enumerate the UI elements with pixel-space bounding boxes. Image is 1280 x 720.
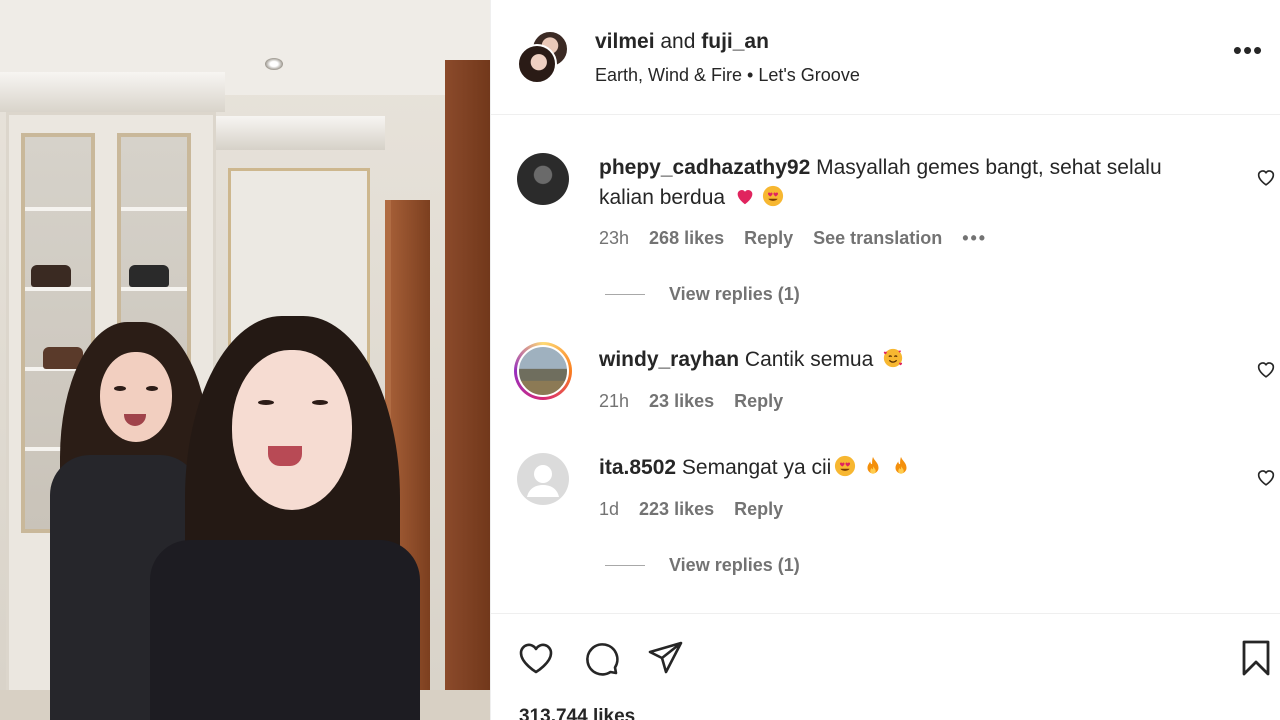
smiling-face-with-hearts-icon <box>882 347 904 369</box>
post-likes-count[interactable]: 313,744 likes <box>519 706 635 720</box>
fire-icon <box>890 455 912 477</box>
see-translation-button[interactable]: See translation <box>813 228 942 249</box>
reply-button[interactable]: Reply <box>744 228 793 249</box>
heart-eyes-icon <box>834 455 856 477</box>
person-face <box>100 352 172 442</box>
comment-time: 1d <box>599 499 620 519</box>
person-face <box>232 350 352 510</box>
post-header: vilmei and fuji_an Earth, Wind & Fire • … <box>491 0 1280 115</box>
post-actions: 313,744 likes <box>491 613 1280 720</box>
comment-text: Cantik semua <box>744 348 874 371</box>
avatar[interactable] <box>517 153 569 205</box>
red-heart-icon <box>734 185 756 207</box>
avatar[interactable] <box>514 342 572 400</box>
avatar <box>517 44 557 84</box>
default-avatar-icon[interactable] <box>517 453 569 505</box>
comment-username[interactable]: ita.8502 <box>599 456 676 479</box>
collab-avatars[interactable] <box>517 30 573 86</box>
more-options-button[interactable]: ••• <box>1231 37 1265 70</box>
crown-molding <box>0 72 225 112</box>
comment-likes[interactable]: 223 likes <box>639 499 714 520</box>
comment-time: 23h <box>599 228 630 248</box>
comment-likes[interactable]: 268 likes <box>649 228 724 249</box>
post-details-panel: vilmei and fuji_an Earth, Wind & Fire • … <box>490 0 1280 720</box>
crown-molding <box>215 116 385 150</box>
comment-username[interactable]: phepy_cadhazathy92 <box>599 156 810 179</box>
fire-icon <box>862 455 884 477</box>
comment-text: Semangat ya cii <box>681 456 832 479</box>
view-replies-button[interactable]: View replies (1) <box>605 555 800 576</box>
heart-eyes-icon <box>762 185 784 207</box>
like-comment-icon[interactable] <box>1255 358 1277 380</box>
view-replies-button[interactable]: View replies (1) <box>605 284 800 305</box>
comment-bubble-icon[interactable] <box>581 638 621 678</box>
post-video[interactable] <box>0 0 490 720</box>
comment-likes[interactable]: 23 likes <box>649 391 714 412</box>
share-paper-plane-icon[interactable] <box>646 638 686 678</box>
reply-button[interactable]: Reply <box>734 391 783 412</box>
like-comment-icon[interactable] <box>1255 166 1277 188</box>
post-authors: vilmei and fuji_an <box>595 30 769 53</box>
audio-link[interactable]: Earth, Wind & Fire • Let's Groove <box>595 65 860 86</box>
door-frame <box>445 60 490 720</box>
post-viewer: vilmei and fuji_an Earth, Wind & Fire • … <box>0 0 1280 720</box>
like-heart-icon[interactable] <box>516 638 556 678</box>
author-link[interactable]: vilmei <box>595 30 655 53</box>
ceiling-light <box>265 58 283 70</box>
comment-options-button[interactable]: ••• <box>962 228 987 249</box>
person-body <box>150 540 420 720</box>
author-link[interactable]: fuji_an <box>701 30 769 53</box>
comment-username[interactable]: windy_rayhan <box>599 348 739 371</box>
comment-time: 21h <box>599 391 630 411</box>
reply-button[interactable]: Reply <box>734 499 783 520</box>
like-comment-icon[interactable] <box>1255 466 1277 488</box>
bookmark-icon[interactable] <box>1236 638 1276 678</box>
